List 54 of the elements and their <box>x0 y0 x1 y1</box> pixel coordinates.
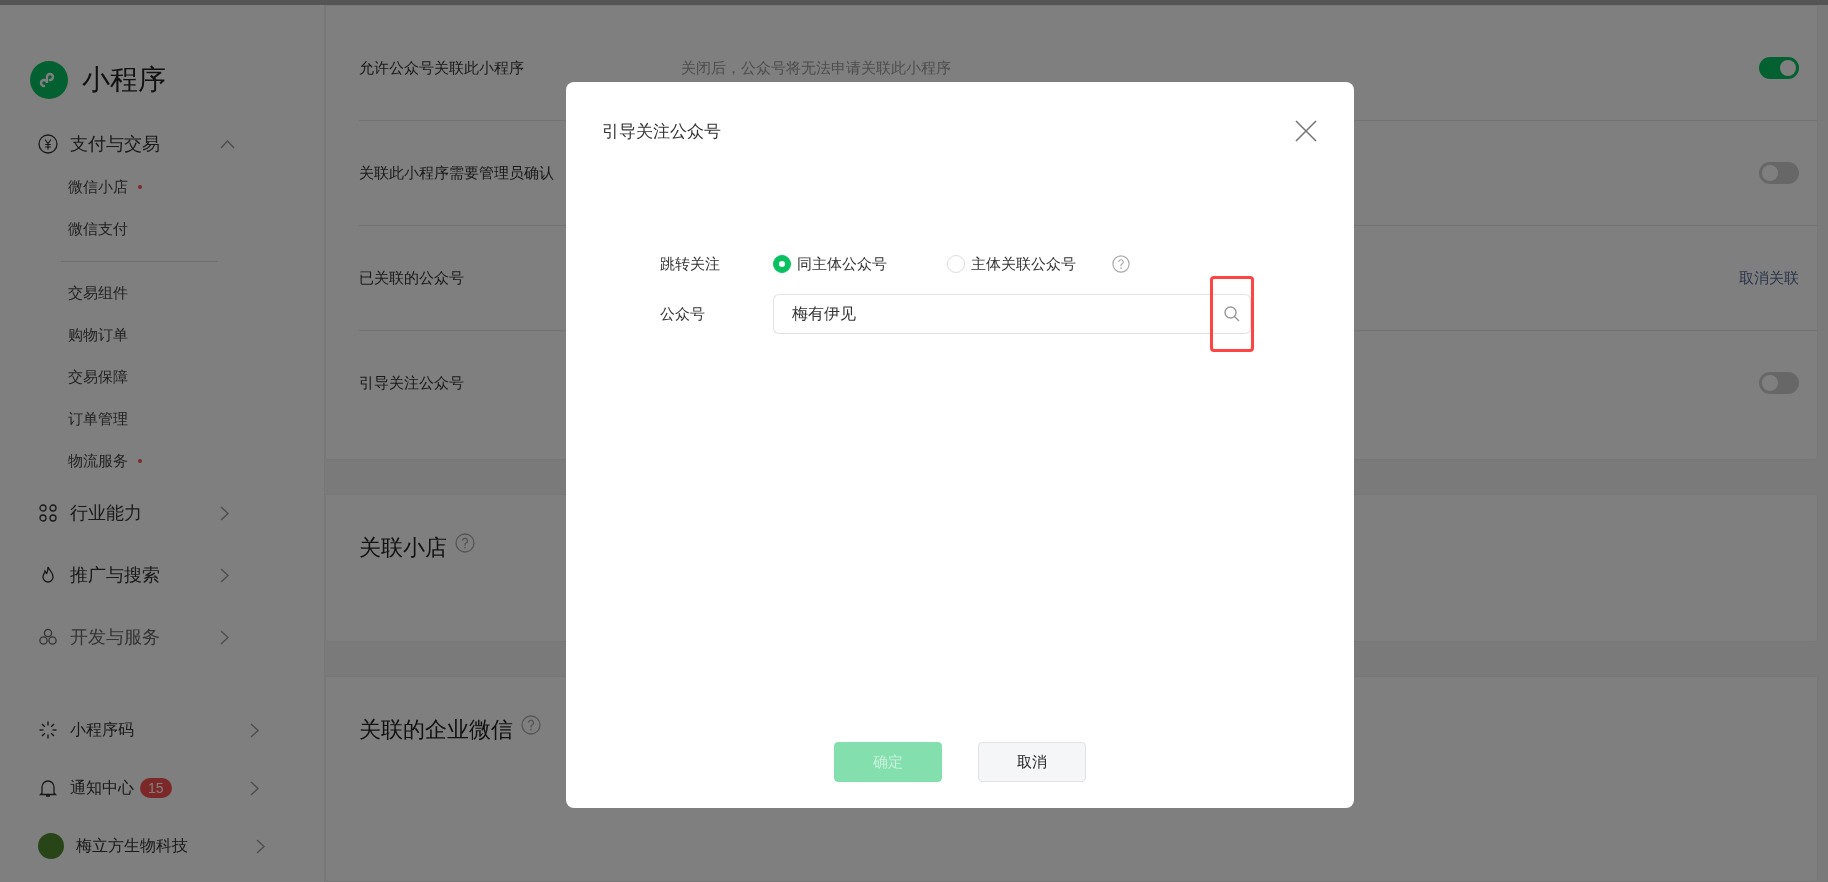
toggle-switch[interactable] <box>1759 162 1799 184</box>
toggle-switch[interactable] <box>1759 57 1799 79</box>
radio-option[interactable]: 同主体公众号 <box>773 254 887 274</box>
app-logo-icon <box>30 61 68 99</box>
field-label: 公众号 <box>660 304 706 324</box>
search-button[interactable] <box>1213 294 1251 334</box>
sidebar-item[interactable]: 梅立方生物科技 <box>76 835 188 857</box>
sidebar-group[interactable]: 支付与交易 <box>0 122 324 166</box>
sidebar-item[interactable]: 物流服务 <box>0 440 324 482</box>
field-label: 跳转关注 <box>660 254 721 274</box>
radio-option[interactable]: 主体关联公众号 <box>947 254 1076 274</box>
sidebar-group[interactable]: 行业能力 <box>0 482 324 544</box>
sidebar-item[interactable]: 微信小店 <box>0 166 324 208</box>
yuan-icon <box>38 134 58 154</box>
app-title: 小程序 <box>82 63 166 97</box>
chevron-right-icon <box>250 722 259 738</box>
setting-label: 引导关注公众号 <box>359 373 465 393</box>
chevron-up-icon <box>220 139 235 149</box>
bell-icon <box>38 778 58 798</box>
close-icon <box>1294 119 1318 143</box>
sidebar-item[interactable]: 交易保障 <box>0 356 324 398</box>
help-icon[interactable] <box>521 715 541 736</box>
close-button[interactable] <box>1294 119 1318 143</box>
sidebar-item[interactable]: 小程序码 <box>70 719 134 741</box>
chevron-right-icon <box>256 838 265 854</box>
sidebar-item[interactable]: 通知中心 <box>70 777 134 799</box>
setting-label: 允许公众号关联此小程序 <box>359 58 525 78</box>
search-field[interactable]: 梅有伊见 <box>773 294 1210 334</box>
dialog-title: 引导关注公众号 <box>602 120 721 143</box>
unlink-link[interactable]: 取消关联 <box>1739 268 1799 288</box>
search-icon <box>1222 305 1241 323</box>
section-title: 关联的企业微信 <box>359 716 513 745</box>
setting-label: 已关联的公众号 <box>359 268 465 288</box>
circles-icon <box>38 627 58 647</box>
toggle-switch[interactable] <box>1759 372 1799 394</box>
setting-label: 关联此小程序需要管理员确认 <box>359 163 555 183</box>
chevron-right-icon <box>220 567 229 583</box>
sidebar-item[interactable]: 交易组件 <box>0 272 324 314</box>
sidebar-item[interactable]: 订单管理 <box>0 398 324 440</box>
sidebar-group[interactable]: 开发与服务 <box>0 606 324 668</box>
chevron-right-icon <box>250 780 259 796</box>
chevron-right-icon <box>220 505 229 521</box>
sunburst-icon <box>38 720 58 740</box>
count-badge: 15 <box>140 778 172 798</box>
sidebar-group[interactable]: 推广与搜索 <box>0 544 324 606</box>
section-title: 关联小店 <box>359 534 447 562</box>
cancel-button[interactable]: 取消 <box>978 742 1086 782</box>
sidebar-item[interactable]: 购物订单 <box>0 314 324 356</box>
help-icon[interactable] <box>455 533 475 553</box>
sidebar-item[interactable]: 微信支付 <box>0 208 324 250</box>
help-icon[interactable] <box>1112 255 1130 273</box>
nodes-icon <box>38 503 58 523</box>
avatar-icon[interactable] <box>38 833 64 859</box>
chevron-right-icon <box>220 629 229 645</box>
